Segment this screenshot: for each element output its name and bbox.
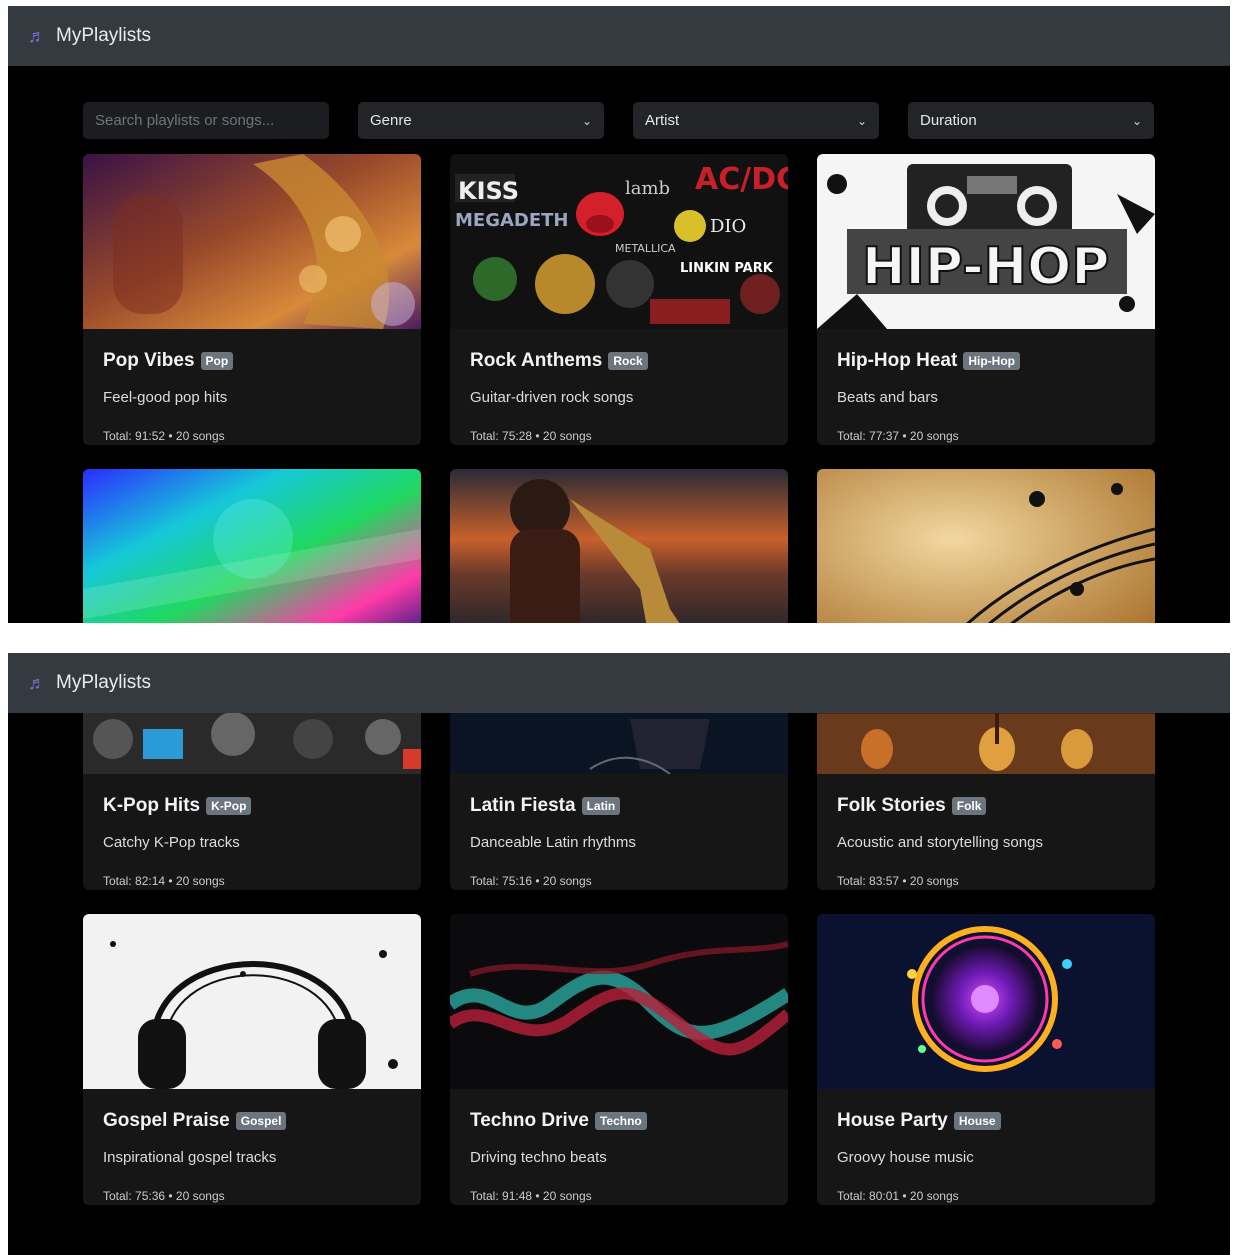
playlist-meta: Total: 80:01 • 20 songs xyxy=(837,1189,959,1203)
genre-badge: Pop xyxy=(200,352,234,370)
playlist-title: Rock Anthems xyxy=(470,350,603,371)
playlist-card[interactable] xyxy=(83,469,421,623)
playlist-title-row: Hip-Hop Heat Hip-Hop xyxy=(837,349,1135,373)
playlist-title: Techno Drive xyxy=(470,1110,589,1131)
playlist-title: Gospel Praise xyxy=(103,1110,230,1131)
music-note-icon: ♬ xyxy=(28,673,46,693)
playlist-card[interactable]: KISS AC/DC MEGADETH LINKIN PARK DIO META… xyxy=(450,154,788,445)
music-note-icon: ♬ xyxy=(28,26,46,46)
rock-logo-dio: DIO xyxy=(710,216,746,237)
playlist-card[interactable]: House Party House Groovy house music Tot… xyxy=(817,914,1155,1205)
rock-logo-acdc: AC/DC xyxy=(695,162,788,197)
playlist-grid: Pop Vibes Pop Feel-good pop hits Total: … xyxy=(83,154,1155,623)
navbar: ♬ MyPlaylists xyxy=(8,653,1230,713)
playlist-description: Guitar-driven rock songs xyxy=(470,389,634,406)
playlist-title-row: K-Pop Hits K-Pop xyxy=(103,794,401,818)
duration-select-label: Duration xyxy=(920,112,977,129)
playlist-title: House Party xyxy=(837,1110,948,1131)
brand-name: MyPlaylists xyxy=(56,25,152,46)
playlist-cover-image: HIP-HOP xyxy=(817,154,1155,329)
genre-select[interactable]: Genre ⌄ xyxy=(358,102,604,139)
playlist-description: Catchy K-Pop tracks xyxy=(103,834,240,851)
playlist-cover-image xyxy=(450,914,788,1089)
playlist-cover-image xyxy=(450,469,788,623)
brand-name: MyPlaylists xyxy=(56,672,152,693)
brand-link[interactable]: ♬ MyPlaylists xyxy=(28,672,151,694)
genre-select-label: Genre xyxy=(370,112,412,129)
playlist-title-row: Gospel Praise Gospel xyxy=(103,1109,401,1133)
playlist-title-row: Latin Fiesta Latin xyxy=(470,794,768,818)
rock-logo-metallica: METALLICA xyxy=(615,242,676,255)
genre-badge: Gospel xyxy=(235,1112,287,1130)
playlist-card[interactable]: Gospel Praise Gospel Inspirational gospe… xyxy=(83,914,421,1205)
rock-logo-lamb: lamb xyxy=(625,178,670,199)
playlist-meta: Total: 75:36 • 20 songs xyxy=(103,1189,225,1203)
playlist-title: K-Pop Hits xyxy=(103,795,201,816)
hiphop-logo: HIP-HOP xyxy=(862,237,1109,297)
playlist-card[interactable]: HIP-HOP Hip-Hop Heat Hip-Hop Beats and b… xyxy=(817,154,1155,445)
playlist-title-row: Techno Drive Techno xyxy=(470,1109,768,1133)
chevron-down-icon: ⌄ xyxy=(856,113,867,128)
playlist-description: Groovy house music xyxy=(837,1149,974,1166)
playlist-description: Driving techno beats xyxy=(470,1149,607,1166)
playlist-card[interactable]: Pop Vibes Pop Feel-good pop hits Total: … xyxy=(83,154,421,445)
chevron-down-icon: ⌄ xyxy=(1131,113,1142,128)
playlist-card[interactable]: Techno Drive Techno Driving techno beats… xyxy=(450,914,788,1205)
playlist-description: Feel-good pop hits xyxy=(103,389,228,406)
brand-link[interactable]: ♬ MyPlaylists xyxy=(28,25,151,47)
search-input[interactable]: Search playlists or songs... xyxy=(83,102,329,139)
search-placeholder: Search playlists or songs... xyxy=(95,112,275,129)
playlist-cover-image xyxy=(83,154,421,329)
rock-logo-linkin-park: LINKIN PARK xyxy=(680,261,774,276)
playlist-title: Folk Stories xyxy=(837,795,946,816)
playlist-description: Acoustic and storytelling songs xyxy=(837,834,1043,851)
playlist-title: Hip-Hop Heat xyxy=(837,350,958,371)
artist-select-label: Artist xyxy=(645,112,680,129)
playlist-page-bottom: ♬ MyPlaylists K-Pop Hits K-Pop Catchy K-… xyxy=(8,653,1230,1255)
navbar: ♬ MyPlaylists xyxy=(8,6,1230,66)
genre-badge: Hip-Hop xyxy=(963,352,1020,370)
playlist-grid: K-Pop Hits K-Pop Catchy K-Pop tracks Tot… xyxy=(83,653,1155,1205)
playlist-cover-image xyxy=(83,469,421,623)
genre-badge: Techno xyxy=(594,1112,647,1130)
playlist-title-row: Pop Vibes Pop xyxy=(103,349,401,373)
playlist-cover-image xyxy=(83,914,421,1089)
playlist-meta: Total: 75:28 • 20 songs xyxy=(470,429,592,443)
playlist-meta: Total: 75:16 • 20 songs xyxy=(470,874,592,888)
genre-badge: Latin xyxy=(581,797,621,815)
genre-badge: Rock xyxy=(608,352,648,370)
playlist-cover-image xyxy=(817,914,1155,1089)
playlist-title: Pop Vibes xyxy=(103,350,195,371)
playlist-cover-image: KISS AC/DC MEGADETH LINKIN PARK DIO META… xyxy=(450,154,788,329)
playlist-description: Beats and bars xyxy=(837,389,938,406)
playlist-title-row: House Party House xyxy=(837,1109,1135,1133)
playlist-meta: Total: 77:37 • 20 songs xyxy=(837,429,959,443)
playlist-meta: Total: 83:57 • 20 songs xyxy=(837,874,959,888)
playlist-meta: Total: 82:14 • 20 songs xyxy=(103,874,225,888)
playlist-title-row: Folk Stories Folk xyxy=(837,794,1135,818)
playlist-title: Latin Fiesta xyxy=(470,795,576,816)
rock-logo-megadeth: MEGADETH xyxy=(455,210,569,231)
genre-badge: House xyxy=(953,1112,1001,1130)
playlist-card[interactable] xyxy=(450,469,788,623)
playlist-title-row: Rock Anthems Rock xyxy=(470,349,768,373)
artist-select[interactable]: Artist ⌄ xyxy=(633,102,879,139)
playlist-meta: Total: 91:48 • 20 songs xyxy=(470,1189,592,1203)
playlist-page-top: ♬ MyPlaylists Search playlists or songs.… xyxy=(8,6,1230,623)
chevron-down-icon: ⌄ xyxy=(581,113,592,128)
playlist-description: Inspirational gospel tracks xyxy=(103,1149,277,1166)
filter-bar: Search playlists or songs... Genre ⌄ Art… xyxy=(83,102,1154,139)
playlist-description: Danceable Latin rhythms xyxy=(470,834,636,851)
rock-logo-kiss: KISS xyxy=(458,177,519,205)
playlist-meta: Total: 91:52 • 20 songs xyxy=(103,429,225,443)
genre-badge: K-Pop xyxy=(206,797,252,815)
genre-badge: Folk xyxy=(951,797,987,815)
playlist-card[interactable] xyxy=(817,469,1155,623)
duration-select[interactable]: Duration ⌄ xyxy=(908,102,1154,139)
playlist-cover-image xyxy=(817,469,1155,623)
